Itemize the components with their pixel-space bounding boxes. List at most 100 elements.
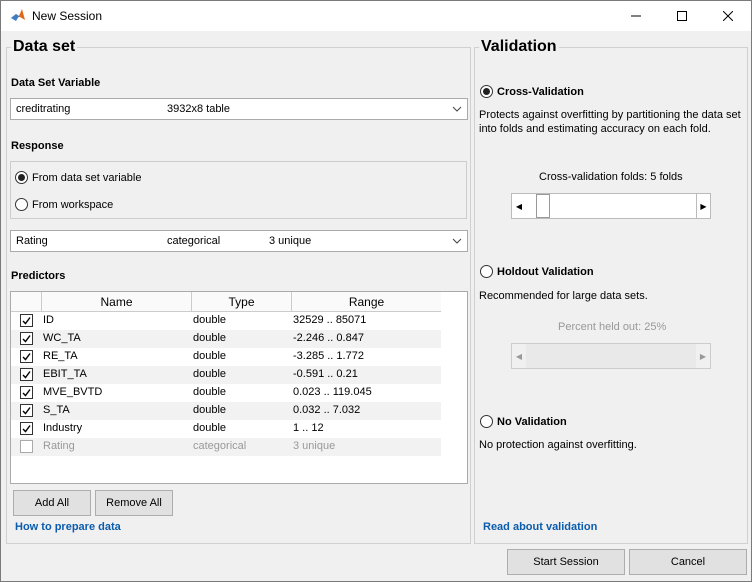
dataset-section-title: Data set (11, 38, 78, 56)
cross-validation-description-2: into folds and estimating accuracy on ea… (479, 123, 711, 135)
cv-folds-slider[interactable]: ◀ ▶ (511, 193, 711, 219)
cell-type: double (193, 368, 227, 380)
minimize-icon (631, 15, 641, 17)
table-row: Industry double 1 .. 12 (11, 420, 441, 438)
dataset-variable-size: 3932x8 table (167, 103, 230, 115)
cell-type: categorical (193, 440, 247, 452)
window-title: New Session (32, 9, 103, 23)
dataset-variable-label: Data Set Variable (11, 77, 101, 89)
row-checkbox[interactable] (20, 368, 33, 381)
validation-section-title: Validation (479, 38, 559, 56)
add-all-button[interactable]: Add All (13, 490, 91, 516)
radio-from-dataset[interactable]: From data set variable (15, 171, 141, 184)
chevron-down-icon (447, 99, 467, 119)
radio-checked-icon (15, 171, 28, 184)
cell-type: double (193, 404, 227, 416)
cross-validation-label: Cross-Validation (497, 85, 584, 98)
checkmark-icon (22, 335, 31, 343)
radio-no-validation[interactable]: No Validation (480, 415, 567, 428)
response-type: categorical (167, 235, 221, 247)
table-row: EBIT_TA double -0.591 .. 0.21 (11, 366, 441, 384)
cell-range: 32529 .. 85071 (293, 314, 367, 326)
row-checkbox[interactable] (20, 350, 33, 363)
start-session-button[interactable]: Start Session (507, 549, 625, 575)
row-checkbox[interactable] (20, 386, 33, 399)
radio-checked-icon (480, 85, 493, 98)
slider-right-arrow-icon[interactable]: ▶ (696, 344, 710, 368)
minimize-button[interactable] (613, 1, 659, 31)
remove-all-button[interactable]: Remove All (95, 490, 173, 516)
predictors-label: Predictors (11, 270, 66, 282)
radio-cross-validation[interactable]: Cross-Validation (480, 85, 584, 98)
response-label: Response (11, 140, 64, 152)
predictors-table[interactable]: Name Type Range ID double 32529 .. 85071… (10, 291, 468, 484)
no-validation-description: No protection against overfitting. (479, 439, 637, 451)
close-button[interactable] (705, 1, 751, 31)
slider-right-arrow-icon[interactable]: ▶ (696, 194, 710, 218)
maximize-button[interactable] (659, 1, 705, 31)
cell-type: double (193, 332, 227, 344)
cell-range: 1 .. 12 (293, 422, 324, 434)
checkmark-icon (22, 425, 31, 433)
column-header-range[interactable]: Range (291, 292, 441, 312)
how-to-prepare-data-link[interactable]: How to prepare data (15, 521, 121, 533)
title-bar: New Session (1, 1, 751, 31)
slider-thumb[interactable] (536, 194, 550, 218)
slider-track (526, 344, 696, 368)
row-checkbox[interactable] (20, 404, 33, 417)
radio-holdout-validation[interactable]: Holdout Validation (480, 265, 594, 278)
matlab-logo-icon (11, 9, 25, 21)
checkmark-icon (22, 407, 31, 415)
dataset-variable-dropdown[interactable]: creditrating 3932x8 table (10, 98, 468, 120)
cell-name: MVE_BVTD (43, 386, 103, 398)
read-about-validation-link[interactable]: Read about validation (483, 521, 597, 533)
cancel-button[interactable]: Cancel (629, 549, 747, 575)
cell-type: double (193, 350, 227, 362)
checkmark-icon (22, 317, 31, 325)
column-header-type[interactable]: Type (191, 292, 291, 312)
holdout-percent-slider[interactable]: ◀ ▶ (511, 343, 711, 369)
row-checkbox[interactable] (20, 314, 33, 327)
table-row: Rating categorical 3 unique (11, 438, 441, 456)
close-icon (723, 11, 733, 21)
table-row: WC_TA double -2.246 .. 0.847 (11, 330, 441, 348)
radio-unchecked-icon (15, 198, 28, 211)
table-header: Name Type Range (11, 292, 441, 312)
no-validation-label: No Validation (497, 415, 567, 428)
table-row: RE_TA double -3.285 .. 1.772 (11, 348, 441, 366)
cell-name: Industry (43, 422, 83, 434)
slider-left-arrow-icon[interactable]: ◀ (512, 194, 526, 218)
row-checkbox[interactable] (20, 332, 33, 345)
table-row: S_TA double 0.032 .. 7.032 (11, 402, 441, 420)
radio-unchecked-icon (480, 415, 493, 428)
row-checkbox[interactable] (20, 422, 33, 435)
checkmark-icon (22, 371, 31, 379)
chevron-down-icon (447, 231, 467, 251)
radio-from-workspace[interactable]: From workspace (15, 198, 113, 211)
radio-from-workspace-label: From workspace (32, 198, 114, 211)
checkmark-icon (22, 389, 31, 397)
radio-from-dataset-label: From data set variable (32, 171, 142, 184)
cell-name: WC_TA (43, 332, 81, 344)
cell-range: -2.246 .. 0.847 (293, 332, 364, 344)
cell-type: double (193, 314, 227, 326)
cell-range: 3 unique (293, 440, 336, 452)
response-name: Rating (16, 235, 48, 247)
holdout-description: Recommended for large data sets. (479, 290, 648, 302)
cell-range: -0.591 .. 0.21 (293, 368, 358, 380)
slider-left-arrow-icon[interactable]: ◀ (512, 344, 526, 368)
response-unique: 3 unique (269, 235, 312, 247)
cell-type: double (193, 386, 227, 398)
radio-unchecked-icon (480, 265, 493, 278)
table-row: MVE_BVTD double 0.023 .. 119.045 (11, 384, 441, 402)
cell-name: Rating (43, 440, 75, 452)
cell-name: S_TA (43, 404, 70, 416)
column-header-name[interactable]: Name (41, 292, 191, 312)
cell-name: RE_TA (43, 350, 78, 362)
cell-range: -3.285 .. 1.772 (293, 350, 364, 362)
maximize-icon (677, 11, 687, 21)
cross-validation-description-1: Protects against overfitting by partitio… (479, 109, 741, 121)
cell-range: 0.032 .. 7.032 (293, 404, 361, 416)
response-dropdown[interactable]: Rating categorical 3 unique (10, 230, 468, 252)
row-checkbox[interactable] (20, 440, 33, 453)
